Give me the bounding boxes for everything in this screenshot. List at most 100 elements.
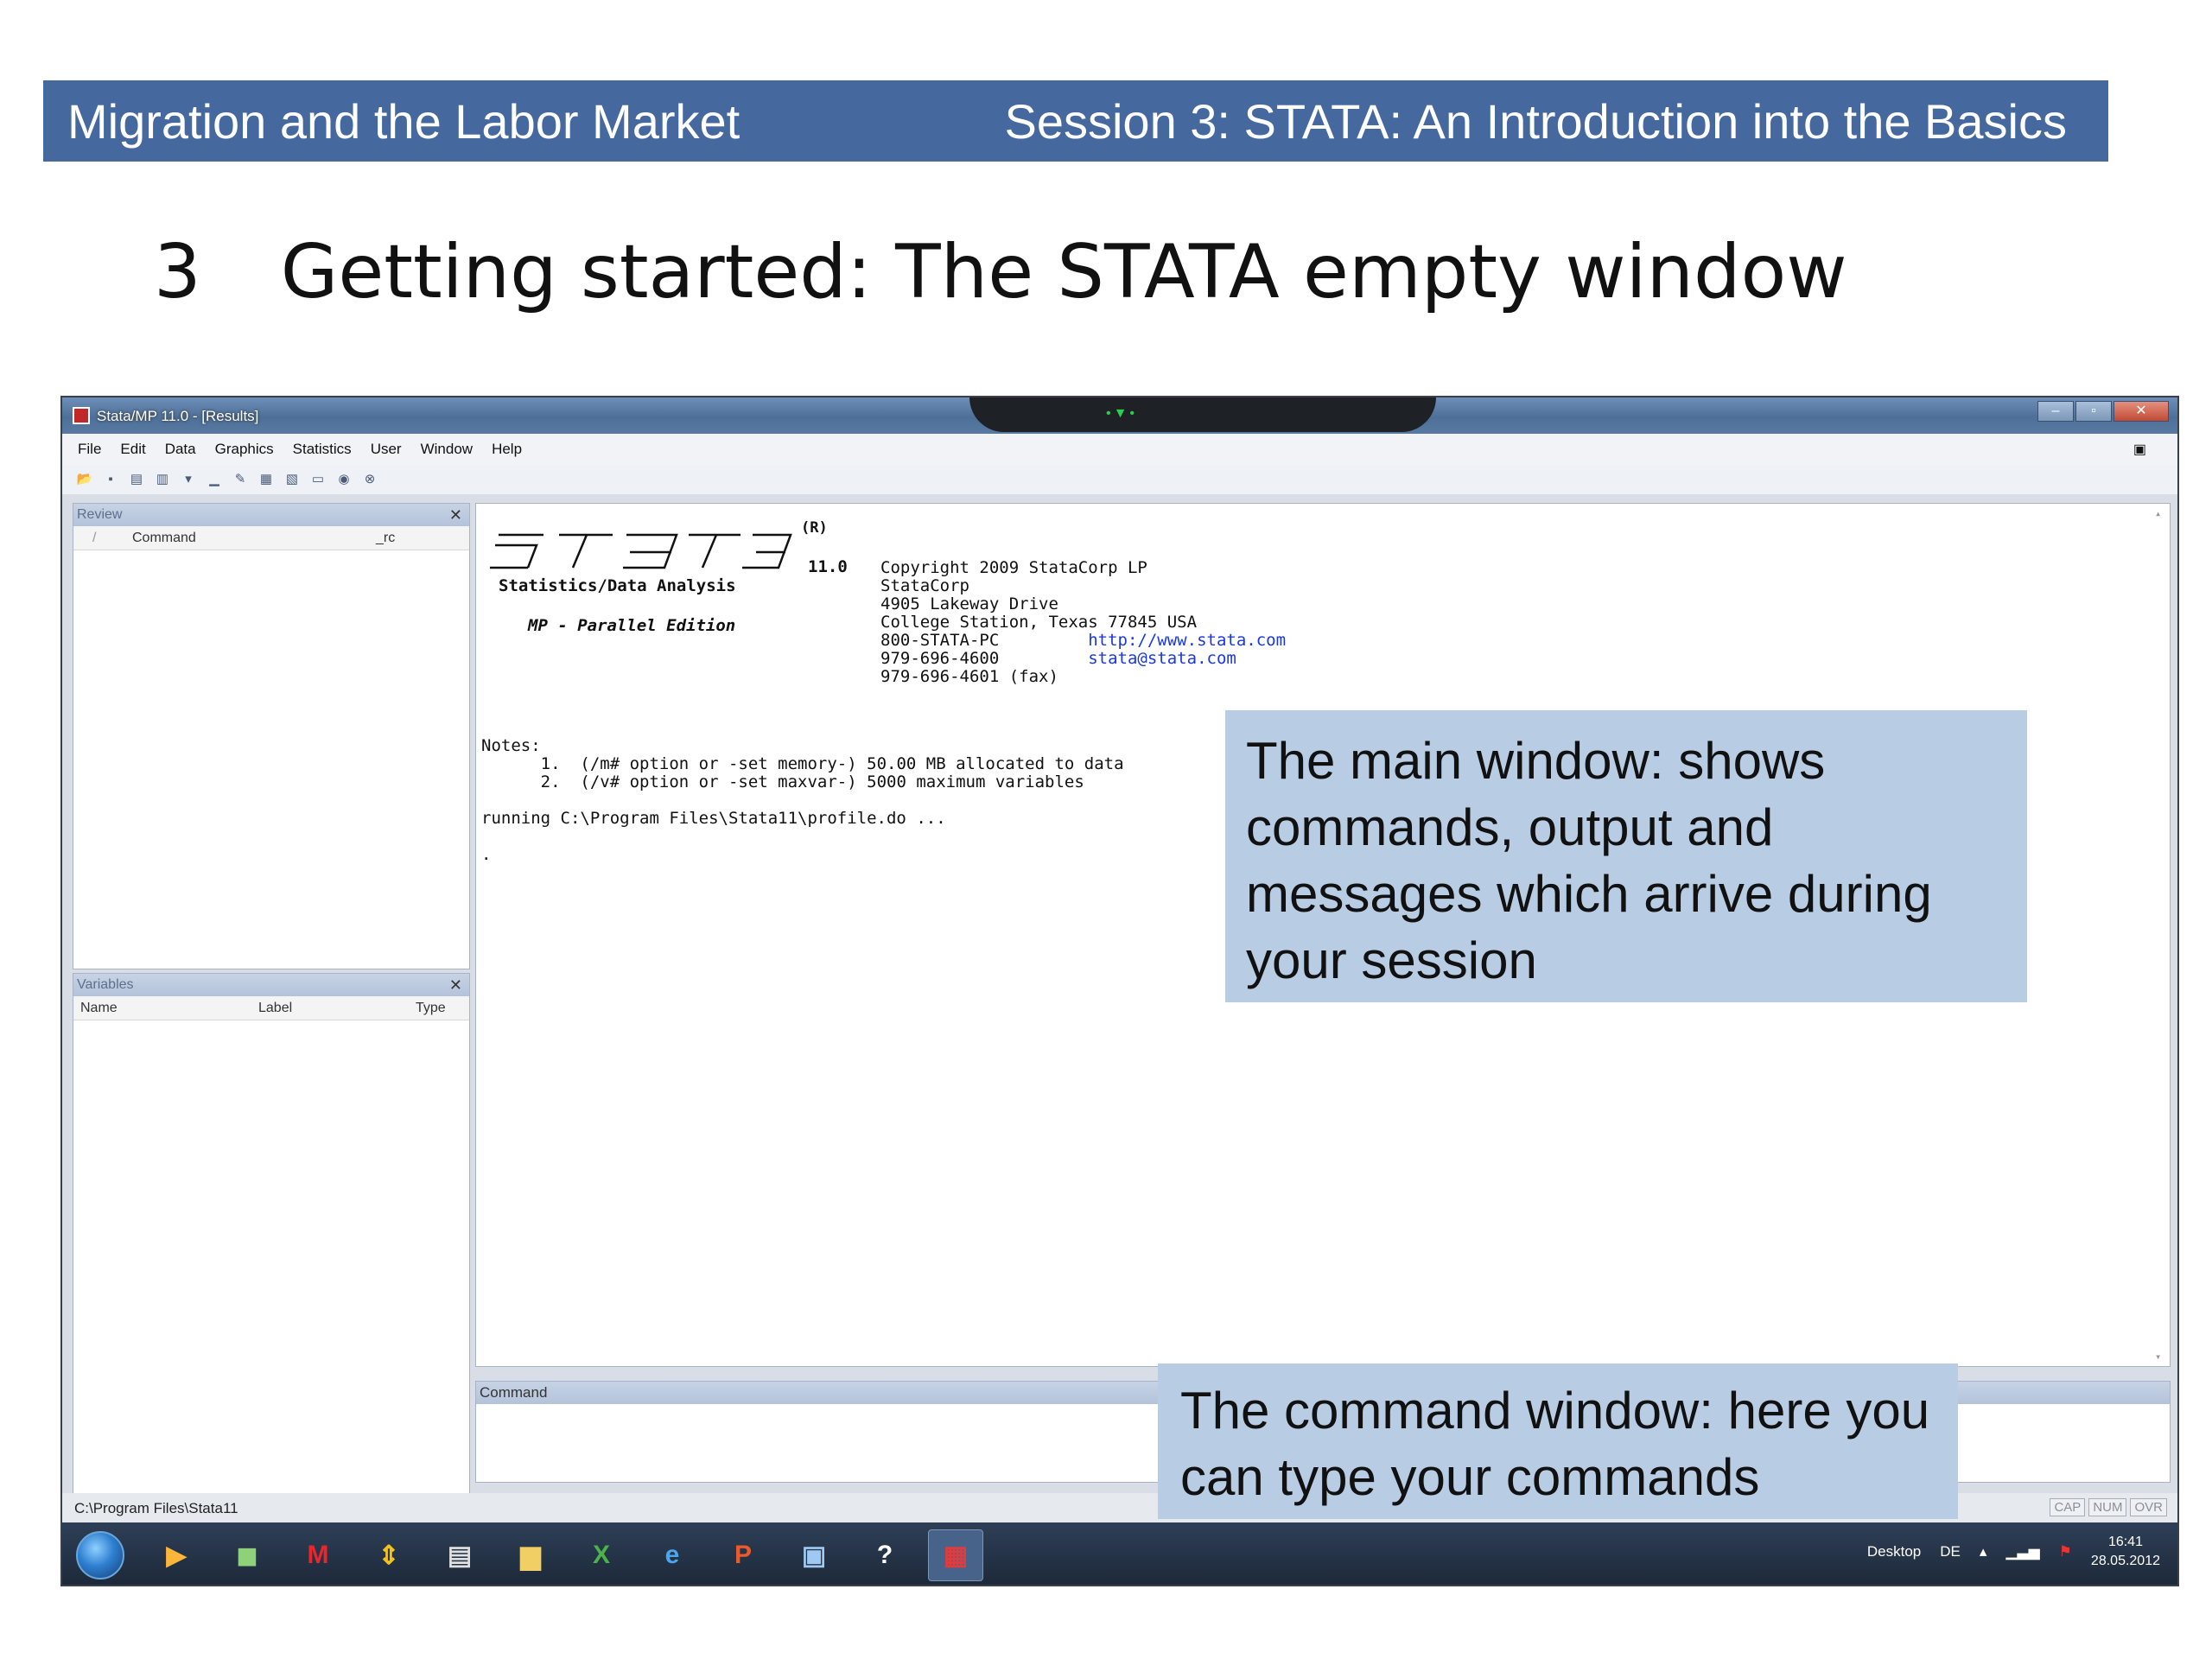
desktop-toolbar-label[interactable]: Desktop [1867,1543,1921,1560]
copyright-line: 979-696-4601 (fax) [880,667,1058,686]
maximize-button[interactable]: ▫ [2075,401,2112,422]
menu-data[interactable]: Data [165,441,196,458]
slide-header-bar: Migration and the Labor Market Session 3… [43,80,2108,162]
phone-line: 979-696-4600 [880,649,1000,668]
menu-window[interactable]: Window [421,441,473,458]
menu-file[interactable]: File [78,441,101,458]
notes-label: Notes: [481,736,541,755]
stata-email-link[interactable]: stata@stata.com [1088,649,1236,668]
scroll-down-icon[interactable]: ▾ [2155,1351,2161,1363]
print-icon[interactable]: ▤ [126,470,147,489]
note-1: 1. (/m# option or -set memory-) 50.00 MB… [540,754,1124,773]
mcafee-icon[interactable]: M [290,1529,346,1581]
note-2: 2. (/v# option or -set maxvar-) 5000 max… [540,772,1084,791]
overwrite-indicator: OVR [2130,1498,2167,1516]
variables-col-name[interactable]: Name [80,1001,118,1016]
powerpoint-icon[interactable]: P [715,1529,771,1581]
review-col-command[interactable]: Command [132,531,196,546]
close-variables-icon[interactable]: ✕ [449,974,462,996]
menu-bar: File Edit Data Graphics Statistics User … [62,434,2177,465]
startup-notes: Notes: 1. (/m# option or -set memory-) 5… [481,737,1124,864]
data-browser-icon[interactable]: ▧ [282,470,302,489]
show-hidden-icons-icon[interactable]: ▴ [1980,1543,1987,1560]
keyboard-flags: CAP NUM OVR [2050,1498,2167,1516]
copyright-line: College Station, Texas 77845 USA [880,613,1198,632]
caps-lock-indicator: CAP [2050,1498,2086,1516]
variables-pane-title: Variables [77,977,134,992]
viewer-icon[interactable]: ▾ [178,470,199,489]
media-center-icon[interactable]: ◼ [219,1529,275,1581]
results-vscrollbar[interactable]: ▴ ▾ [2152,507,2168,1363]
internet-explorer-icon[interactable]: e [645,1529,700,1581]
system-tray: Desktop DE ▴ ▁▃▅ ⚑ 16:41 28.05.2012 [1867,1533,2160,1571]
review-col-index[interactable]: / [92,531,96,546]
toolbar: 📂 ▪ ▤ ▥ ▾ ▁ ✎ ▦ ▧ ▭ ◉ ⊗ [62,465,2177,494]
copyright-line: 800-STATA-PC http://www.stata.com [880,632,1286,650]
note-line: 2. (/v# option or -set maxvar-) 5000 max… [481,773,1124,791]
close-review-icon[interactable]: ✕ [449,504,462,526]
phone-line: 800-STATA-PC [880,631,1000,650]
variables-column-headers: Name Label Type [73,996,469,1020]
stata-subtitle: Statistics/Data Analysis [499,576,736,595]
variables-pane: Variables ✕ Name Label Type ◂ ||| ▸ [73,973,470,1552]
media-player-icon[interactable]: ▶ [149,1529,204,1581]
data-editor-icon[interactable]: ▦ [256,470,276,489]
minimize-button[interactable]: – [2037,401,2074,422]
signal-strength-icon: ▁▃▅ [2005,1543,2040,1560]
slide-title: 3 Getting started: The STATA empty windo… [154,229,1847,315]
review-col-rc[interactable]: _rc [376,531,395,546]
action-center-flag-icon[interactable]: ⚑ [2059,1543,2072,1560]
stata-url-link[interactable]: http://www.stata.com [1088,631,1286,650]
window-title: Stata/MP 11.0 - [Results] [97,408,259,424]
session-title: Session 3: STATA: An Introduction into t… [1004,93,2067,149]
open-icon[interactable]: 📂 [74,470,95,489]
help-icon[interactable]: ? [857,1529,912,1581]
file-explorer-icon[interactable]: ▆ [503,1529,558,1581]
graph-icon[interactable]: ▁ [204,470,225,489]
menu-graphics[interactable]: Graphics [215,441,274,458]
save-icon[interactable]: ▪ [100,470,121,489]
network-app-icon[interactable]: ⇕ [361,1529,416,1581]
language-indicator[interactable]: DE [1940,1543,1961,1560]
section-title: Getting started: The STATA empty window [280,229,1847,315]
variables-manager-icon[interactable]: ▭ [308,470,328,489]
menu-user[interactable]: User [371,441,402,458]
stata-app-icon [73,407,90,424]
scroll-up-icon[interactable]: ▴ [2155,507,2161,519]
stata-logo-icon [490,533,792,569]
variables-col-label[interactable]: Label [258,1001,292,1016]
section-number: 3 [154,229,201,315]
clock-time: 16:41 [2107,1535,2143,1549]
stata-taskbar-icon[interactable]: ▦ [928,1529,983,1581]
review-pane-header: Review ✕ [73,504,469,526]
menu-statistics[interactable]: Statistics [293,441,352,458]
dofile-editor-icon[interactable]: ✎ [230,470,251,489]
document-app-icon[interactable]: ▤ [432,1529,487,1581]
close-button[interactable]: ✕ [2113,401,2169,422]
log-icon[interactable]: ▥ [152,470,173,489]
copyright-line: 979-696-4600 stata@stata.com [880,650,1286,668]
num-lock-indicator: NUM [2088,1498,2127,1516]
start-button[interactable] [76,1531,124,1580]
window-titlebar[interactable]: Stata/MP 11.0 - [Results] •▼• – ▫ ✕ [62,397,2177,434]
note-line: 1. (/m# option or -set memory-) 50.00 MB… [481,755,1124,773]
excel-icon[interactable]: X [574,1529,629,1581]
menu-help[interactable]: Help [492,441,522,458]
webcam-notch [969,397,1436,432]
main-window-callout: The main window: shows commands, output … [1225,710,2027,1002]
more-icon[interactable]: ◉ [334,470,354,489]
remote-desktop-icon[interactable]: ▣ [786,1529,842,1581]
stata-version: 11.0 [808,557,848,576]
clock[interactable]: 16:41 28.05.2012 [2091,1533,2160,1571]
break-icon[interactable]: ⊗ [359,470,380,489]
copyright-line: StataCorp [880,576,969,595]
restore-child-icon[interactable]: ▣ [2133,441,2146,458]
menu-edit[interactable]: Edit [120,441,145,458]
copyright-block: Copyright 2009 StataCorp LP StataCorp 4905… [880,559,1286,686]
variables-col-type[interactable]: Type [416,1001,446,1016]
windows-taskbar: ▶ ◼ M ⇕ ▤ ▆ X e P ▣ ? ▦ Desktop DE ▴ ▁▃▅… [62,1522,2177,1585]
webcam-indicator-icon: •▼• [1105,406,1138,421]
registered-mark: (R) [801,519,828,537]
variables-pane-header: Variables ✕ [73,974,469,996]
window-controls: – ▫ ✕ [2037,401,2169,422]
